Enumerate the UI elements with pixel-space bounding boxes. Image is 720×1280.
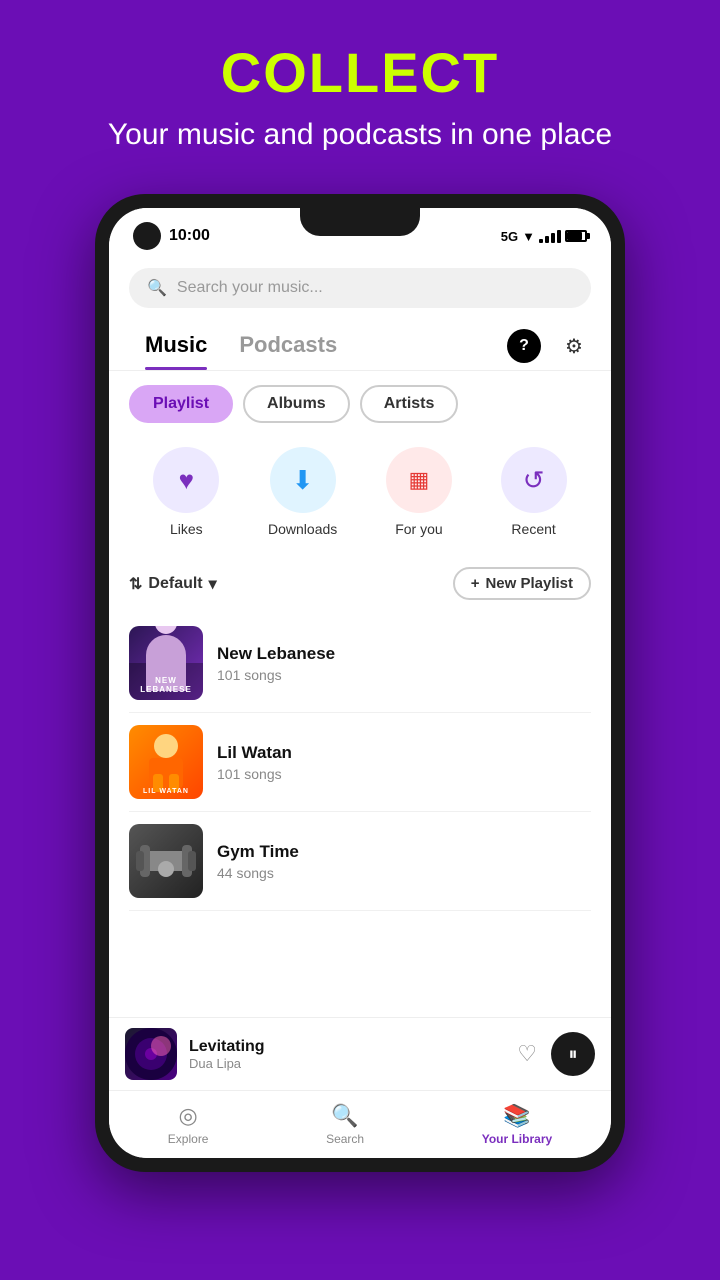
phone-notch [300, 208, 420, 236]
search-input-placeholder: Search your music... [177, 279, 323, 297]
library-icon: 📚 [503, 1103, 530, 1129]
person-head [155, 626, 177, 634]
status-left: 10:00 [133, 222, 210, 250]
playlist-name-lil-watan: Lil Watan [217, 743, 292, 763]
recent-icon: ↺ [523, 465, 545, 496]
pill-artists[interactable]: Artists [360, 385, 459, 423]
new-playlist-button[interactable]: + New Playlist [453, 567, 591, 600]
tab-icons: ? ⚙ [507, 329, 591, 363]
pill-albums[interactable]: Albums [243, 385, 350, 423]
nav-explore-label: Explore [168, 1132, 209, 1146]
status-right: 5G ▼ [501, 229, 587, 244]
network-label: 5G [501, 229, 518, 244]
heart-icon: ♥ [179, 465, 194, 496]
pill-tabs: Playlist Albums Artists [109, 371, 611, 437]
tab-podcasts[interactable]: Podcasts [223, 322, 353, 370]
quick-foryou[interactable]: ▦ For you [386, 447, 452, 537]
nav-explore[interactable]: ◎ Explore [168, 1103, 209, 1146]
hero-subtitle: Your music and podcasts in one place [20, 115, 700, 154]
search-bar[interactable]: 🔍 Search your music... [129, 268, 591, 308]
nav-search[interactable]: 🔍 Search [326, 1103, 364, 1146]
foryou-label: For you [395, 521, 442, 537]
thumb-gym-bg [129, 824, 203, 898]
search-icon: 🔍 [147, 278, 167, 298]
quick-likes[interactable]: ♥ Likes [153, 447, 219, 537]
playlist-info-lil-watan: Lil Watan 101 songs [217, 743, 292, 782]
playlist-thumb-gym-time [129, 824, 203, 898]
playlist-item-new-lebanese[interactable]: NEWLEBANESE New Lebanese 101 songs [129, 614, 591, 713]
playlist-name-gym-time: Gym Time [217, 842, 299, 862]
downloads-icon-circle: ⬇ [270, 447, 336, 513]
tab-music[interactable]: Music [129, 322, 223, 370]
playlist-name-new-lebanese: New Lebanese [217, 644, 335, 664]
phone-frame: 10:00 5G ▼ 🔍 Search your music.. [95, 194, 625, 1172]
quick-icons: ♥ Likes ⬇ Downloads ▦ For you ↺ R [109, 437, 611, 557]
help-button[interactable]: ? [507, 329, 541, 363]
signal-bar-2 [545, 236, 549, 243]
nav-search-label: Search [326, 1132, 364, 1146]
signal-bar-1 [539, 239, 543, 243]
playlist-info-gym-time: Gym Time 44 songs [217, 842, 299, 881]
phone-screen: 10:00 5G ▼ 🔍 Search your music.. [109, 208, 611, 1158]
playlist-item-gym-time[interactable]: Gym Time 44 songs [129, 812, 591, 911]
now-playing-thumb [125, 1028, 177, 1080]
playlist-count-new-lebanese: 101 songs [217, 667, 335, 683]
status-time: 10:00 [169, 227, 210, 245]
playlist-thumb-new-lebanese: NEWLEBANESE [129, 626, 203, 700]
foryou-icon: ▦ [409, 467, 430, 493]
battery-icon [565, 230, 587, 242]
camera-dot [133, 222, 161, 250]
signal-bar-4 [557, 230, 561, 243]
recent-icon-circle: ↺ [501, 447, 567, 513]
bottom-nav: ◎ Explore 🔍 Search 📚 Your Library [109, 1090, 611, 1158]
plus-icon: + [471, 575, 480, 592]
playlist-count-lil-watan: 101 songs [217, 766, 292, 782]
heart-button[interactable]: ♡ [517, 1041, 537, 1067]
nav-library-label: Your Library [482, 1132, 552, 1146]
now-playing-art-svg [125, 1028, 177, 1080]
pill-playlist[interactable]: Playlist [129, 385, 233, 423]
search-bar-wrap: 🔍 Search your music... [109, 258, 611, 322]
hero-title: COLLECT [20, 40, 700, 105]
playlist-item-lil-watan[interactable]: LIL WATAN Lil Watan 101 songs [129, 713, 591, 812]
now-playing-title: Levitating [189, 1038, 505, 1056]
recent-label: Recent [511, 521, 555, 537]
battery-fill [567, 232, 582, 240]
pause-button[interactable]: ⏸ [551, 1032, 595, 1076]
playlist-header: ⇅ Default ▾ + New Playlist [109, 557, 611, 614]
wifi-icon: ▼ [522, 229, 535, 244]
gym-figure-svg [136, 831, 196, 891]
sort-chevron-icon: ▾ [209, 574, 217, 594]
sort-icon: ⇅ [129, 574, 142, 594]
signal-bar-3 [551, 233, 555, 243]
search-nav-icon: 🔍 [331, 1103, 358, 1129]
playlist-info-new-lebanese: New Lebanese 101 songs [217, 644, 335, 683]
now-playing-controls: ♡ ⏸ [517, 1032, 595, 1076]
now-playing-info: Levitating Dua Lipa [189, 1038, 505, 1071]
download-icon: ⬇ [292, 465, 314, 496]
downloads-label: Downloads [268, 521, 337, 537]
likes-icon-circle: ♥ [153, 447, 219, 513]
playlist-thumb-lil-watan: LIL WATAN [129, 725, 203, 799]
main-tabs: Music Podcasts ? ⚙ [109, 322, 611, 371]
thumb-leb-bg: NEWLEBANESE [129, 626, 203, 700]
signal-bars [539, 229, 561, 243]
nav-your-library[interactable]: 📚 Your Library [482, 1103, 552, 1146]
explore-icon: ◎ [179, 1103, 198, 1129]
foryou-icon-circle: ▦ [386, 447, 452, 513]
sort-button[interactable]: ⇅ Default ▾ [129, 574, 217, 594]
watan-figure-svg [141, 732, 191, 792]
playlist-count-gym-time: 44 songs [217, 865, 299, 881]
sort-label: Default [148, 575, 202, 593]
quick-recent[interactable]: ↺ Recent [501, 447, 567, 537]
playlist-list: NEWLEBANESE New Lebanese 101 songs [109, 614, 611, 911]
settings-button[interactable]: ⚙ [557, 329, 591, 363]
now-playing-artist: Dua Lipa [189, 1056, 505, 1071]
thumb-watan-bg: LIL WATAN [129, 725, 203, 799]
new-playlist-label: New Playlist [485, 575, 573, 592]
now-playing-bar[interactable]: Levitating Dua Lipa ♡ ⏸ [109, 1017, 611, 1090]
hero-section: COLLECT Your music and podcasts in one p… [0, 0, 720, 174]
quick-downloads[interactable]: ⬇ Downloads [268, 447, 337, 537]
likes-label: Likes [170, 521, 203, 537]
